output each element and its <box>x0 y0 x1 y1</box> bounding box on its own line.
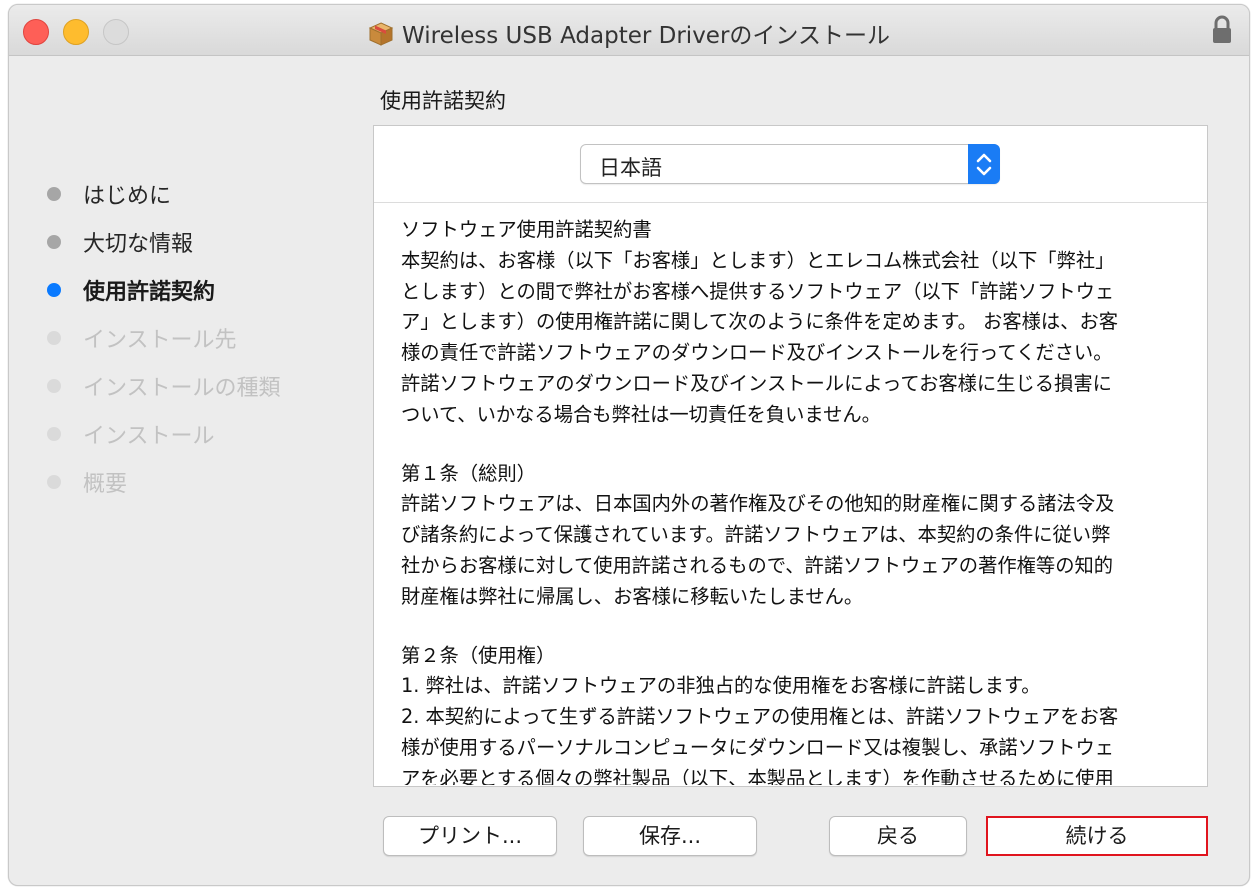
license-line: ア」とします）の使用権許諾に関して次のように条件を定めます。 お客様は、お客 <box>401 310 1119 334</box>
step-installation: インストール <box>47 410 281 458</box>
license-heading: ソフトウェア使用許諾契約書 <box>401 218 652 241</box>
step-pending-dot <box>47 427 61 441</box>
step-pending-dot <box>47 379 61 393</box>
language-bar: 日本語 <box>374 126 1207 203</box>
license-line: 様が使用するパーソナルコンピュータにダウンロード又は複製し、承諾ソフトウェ <box>401 735 1115 759</box>
step-summary: 概要 <box>47 458 281 506</box>
license-line: 社からお客様に対して使用許諾されるもので、許諾ソフトウェアの著作権等の知的 <box>401 553 1114 577</box>
step-read-me: 大切な情報 <box>47 218 281 266</box>
license-panel: 日本語 ソフトウェア使用許諾契約書 本契約は、お客様（以下「お客様」とします）と… <box>373 125 1208 787</box>
license-line: 2. 本契約によって生ずる許諾ソフトウェアの使用権とは、許諾ソフトウェアをお客 <box>401 705 1119 729</box>
select-arrows-icon[interactable] <box>968 144 1000 184</box>
step-label: インストール先 <box>83 328 237 353</box>
step-license: 使用許諾契約 <box>47 266 281 314</box>
step-label: インストールの種類 <box>83 376 281 401</box>
back-button[interactable]: 戻る <box>829 816 967 856</box>
step-current-dot <box>47 283 61 297</box>
step-label: はじめに <box>83 184 172 209</box>
step-done-dot <box>47 235 61 249</box>
license-line: び諸条約によって保護されています。許諾ソフトウェアは、本契約の条件に従い弊 <box>401 523 1111 547</box>
window-title-group: Wireless USB Adapter Driverのインストール <box>9 16 1249 50</box>
step-label: 使用許諾契約 <box>83 280 216 305</box>
save-button[interactable]: 保存... <box>583 816 757 856</box>
language-select-value: 日本語 <box>599 156 662 180</box>
article-heading: 第１条（総則） <box>401 461 536 485</box>
package-icon <box>368 22 394 46</box>
license-line: 財産権は弊社に帰属し、お客様に移転いたしません。 <box>401 584 864 608</box>
print-button[interactable]: プリント... <box>383 816 557 856</box>
step-installation-type: インストールの種類 <box>47 362 281 410</box>
step-destination: インストール先 <box>47 314 281 362</box>
license-line: 許諾ソフトウェアは、日本国内外の著作権及びその他知的財産権に関する諸法令及 <box>401 492 1115 516</box>
license-line: 様の責任で許諾ソフトウェアのダウンロード及びインストールを行ってください。 <box>401 341 1113 365</box>
section-title: 使用許諾契約 <box>380 89 506 113</box>
title-bar: Wireless USB Adapter Driverのインストール <box>9 5 1249 56</box>
step-pending-dot <box>47 475 61 489</box>
article-heading: 第２条（使用権） <box>401 643 556 667</box>
license-line: 本契約は、お客様（以下「お客様」とします）とエレコム株式会社（以下「弊社」 <box>401 248 1115 272</box>
license-line: アを必要とする個々の弊社製品（以下、本製品とします）を作動させるために使用 <box>401 766 1114 785</box>
step-introduction: はじめに <box>47 170 281 218</box>
lock-icon <box>1213 15 1231 43</box>
installer-steps-list: はじめに 大切な情報 使用許諾契約 インストール先 インストールの種類 インスト… <box>47 170 281 506</box>
license-line: 1. 弊社は、許諾ソフトウェアの非独占的な使用権をお客様に許諾します。 <box>401 674 1041 698</box>
license-line: 許諾ソフトウェアのダウンロード及びインストールによってお客様に生じる損害に <box>401 371 1112 395</box>
license-line: とします）との間で弊社がお客様へ提供するソフトウェア（以下「許諾ソフトウェ <box>401 279 1115 303</box>
installer-window: Wireless USB Adapter Driverのインストール はじめに … <box>8 4 1250 886</box>
step-pending-dot <box>47 331 61 345</box>
step-label: 概要 <box>83 472 128 497</box>
license-text-area[interactable]: ソフトウェア使用許諾契約書 本契約は、お客様（以下「お客様」とします）とエレコム… <box>374 203 1207 785</box>
step-done-dot <box>47 187 61 201</box>
continue-button[interactable]: 続ける <box>986 816 1208 856</box>
window-title: Wireless USB Adapter Driverのインストール <box>402 23 890 49</box>
license-line: ついて、いかなる場合も弊社は一切責任を負いません。 <box>401 402 881 426</box>
step-label: インストール <box>83 424 215 449</box>
step-label: 大切な情報 <box>83 232 194 257</box>
language-select[interactable]: 日本語 <box>580 144 1000 184</box>
